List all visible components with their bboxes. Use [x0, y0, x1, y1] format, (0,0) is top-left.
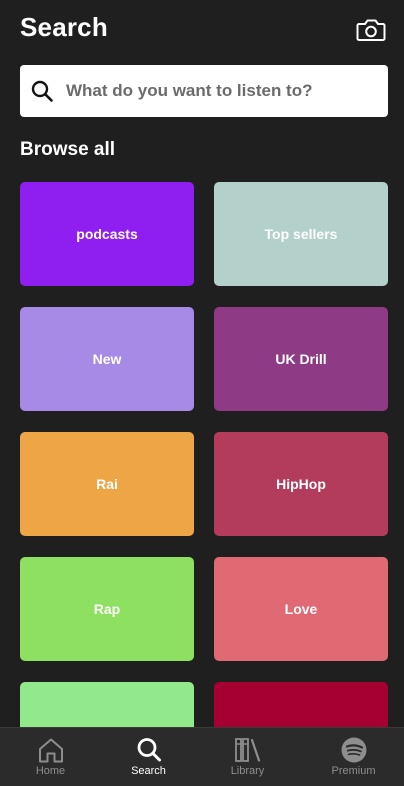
category-tile[interactable]: Top sellers — [214, 182, 388, 286]
nav-item-home[interactable]: Home — [0, 728, 101, 786]
category-tile[interactable]: Love — [214, 557, 388, 661]
page-title: Search — [20, 12, 108, 42]
nav-label: Library — [230, 765, 265, 777]
nav-label: Search — [131, 765, 166, 777]
category-tile[interactable]: HipHop — [214, 432, 388, 536]
nav-label: Home — [35, 765, 66, 777]
header: Search — [0, 0, 404, 60]
spotify-logo-icon — [341, 737, 366, 763]
bottom-navigation: Home Search Library Premium — [0, 727, 404, 786]
camera-icon[interactable] — [356, 16, 386, 44]
category-tile[interactable]: New — [20, 307, 194, 411]
category-tile[interactable] — [20, 682, 194, 727]
category-tile[interactable]: UK Drill — [214, 307, 388, 411]
library-icon — [234, 738, 260, 762]
category-tile[interactable]: Rai — [20, 432, 194, 536]
search-input[interactable] — [66, 65, 378, 117]
nav-item-search[interactable]: Search — [98, 728, 199, 786]
category-grid: podcasts Top sellers New UK Drill Rai Hi… — [20, 182, 388, 727]
nav-item-premium[interactable]: Premium — [303, 728, 404, 786]
category-tile[interactable]: podcasts — [20, 182, 194, 286]
search-bar[interactable] — [20, 65, 388, 117]
category-tile[interactable] — [214, 682, 388, 727]
nav-label: Premium — [331, 765, 376, 777]
search-icon — [137, 738, 161, 762]
browse-all-heading: Browse all — [20, 139, 116, 160]
nav-item-library[interactable]: Library — [197, 728, 298, 786]
search-icon — [31, 80, 53, 102]
home-icon — [38, 738, 63, 763]
category-tile[interactable]: Rap — [20, 557, 194, 661]
